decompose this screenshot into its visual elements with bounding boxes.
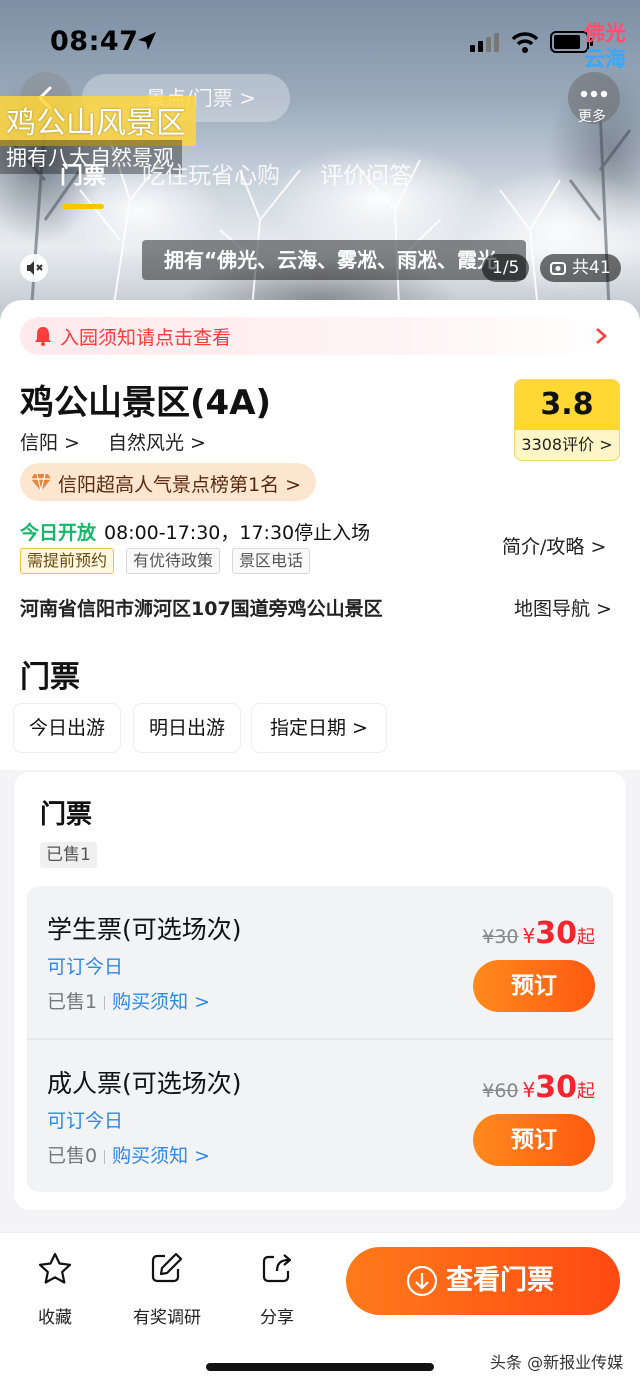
- review-count: 3308评价 >: [521, 435, 613, 454]
- tickets-section-title: 门票: [20, 660, 80, 695]
- hero-tabs: 门票 吃住玩省心购 评价问答: [0, 156, 640, 209]
- more-label: 更多: [578, 109, 606, 125]
- watermark-line1: 佛光: [584, 21, 626, 45]
- share-icon: [262, 1254, 292, 1283]
- mute-button[interactable]: [20, 254, 48, 282]
- tab-food-stay-play[interactable]: 吃住玩省心购: [142, 156, 280, 190]
- current-price: 30: [535, 916, 577, 951]
- rank-badge[interactable]: 信阳超高人气景点榜第1名 >: [20, 463, 316, 501]
- bell-icon: [35, 327, 51, 346]
- hero-overlay-title: 鸡公山风景区: [0, 96, 196, 146]
- currency-symbol: ¥: [522, 924, 536, 948]
- ticket-availability: 可订今日: [47, 956, 124, 978]
- tag-phone[interactable]: 景区电话: [232, 548, 311, 574]
- book-button[interactable]: 预订: [473, 960, 595, 1012]
- map-navigation-link[interactable]: 地图导航 >: [514, 594, 612, 621]
- arrow-down-circle-icon: [406, 1265, 438, 1297]
- diamond-icon: [31, 473, 51, 492]
- divider: [104, 995, 106, 1010]
- tag-discount-policy: 有优待政策: [126, 548, 221, 574]
- active-tab-indicator: [62, 204, 104, 209]
- favorite-label: 收藏: [38, 1308, 72, 1328]
- tab-reviews-qa[interactable]: 评价问答: [320, 156, 412, 190]
- location-arrow-icon: [138, 32, 156, 50]
- open-hours: 08:00-17:30，17:30停止入场: [104, 522, 371, 544]
- star-icon: [38, 1252, 72, 1284]
- purchase-notice-link[interactable]: 购买须知 >: [112, 991, 210, 1013]
- ticket-item-adult[interactable]: 成人票(可选场次) 可订今日 已售0 购买须知 > ¥60 ¥30起 预订: [27, 1040, 613, 1192]
- gallery-count: 共41: [572, 258, 611, 278]
- address: 河南省信阳市浉河区107国道旁鸡公山景区: [20, 598, 383, 620]
- watermark-top: 佛光 云海: [584, 20, 626, 72]
- ticket-availability: 可订今日: [47, 1110, 124, 1132]
- gallery-button[interactable]: 共41: [540, 254, 621, 282]
- ticket-sold: 已售0: [47, 1145, 98, 1167]
- ticket-name: 成人票(可选场次): [47, 1069, 242, 1098]
- bottom-action-bar: 收藏 有奖调研 分享 查看门票 头条 @新报业传媒: [0, 1232, 640, 1385]
- rating-score: 3.8: [515, 380, 619, 430]
- original-price: ¥60: [482, 1080, 519, 1102]
- cellular-signal-icon: [470, 33, 499, 52]
- category-link[interactable]: 自然风光 >: [108, 428, 206, 455]
- view-tickets-button[interactable]: 查看门票: [346, 1247, 620, 1315]
- watermark-line2: 云海: [584, 47, 626, 71]
- city-link[interactable]: 信阳 >: [20, 428, 80, 455]
- speaker-muted-icon: [27, 261, 43, 275]
- scenic-name: 鸡公山景区(4A): [20, 383, 272, 423]
- status-time: 08:47: [50, 26, 139, 57]
- date-today-button[interactable]: 今日出游: [14, 704, 120, 752]
- ticket-price: ¥60 ¥30起: [482, 1070, 595, 1105]
- photo-caption: 拥有“佛光、云海、雾凇、雨凇、霞光: [142, 240, 526, 280]
- edit-icon: [151, 1252, 183, 1283]
- tag-reservation: 需提前预约: [20, 548, 115, 574]
- ticket-sold: 已售1: [47, 991, 98, 1013]
- original-price: ¥30: [482, 926, 519, 948]
- price-suffix: 起: [577, 1081, 595, 1102]
- open-status: 今日开放: [20, 522, 97, 544]
- camera-icon: [550, 262, 566, 275]
- survey-label: 有奖调研: [133, 1308, 201, 1328]
- chevron-right-icon: [596, 328, 607, 344]
- ticket-sold-row: 已售1 购买须知 >: [47, 987, 210, 1014]
- survey-button[interactable]: 有奖调研: [122, 1251, 212, 1328]
- share-button[interactable]: 分享: [232, 1251, 322, 1328]
- park-notice-text: 入园须知请点击查看: [60, 327, 232, 349]
- book-button[interactable]: 预订: [473, 1114, 595, 1166]
- home-indicator[interactable]: [206, 1363, 434, 1371]
- date-pick-button[interactable]: 指定日期 >: [252, 704, 386, 752]
- favorite-button[interactable]: 收藏: [10, 1251, 100, 1328]
- currency-symbol: ¥: [522, 1078, 536, 1102]
- watermark-bottom: 头条 @新报业传媒: [490, 1353, 624, 1372]
- tab-tickets[interactable]: 门票: [60, 156, 106, 190]
- view-tickets-label: 查看门票: [446, 1265, 554, 1296]
- date-tomorrow-button[interactable]: 明日出游: [134, 704, 240, 752]
- park-notice-bar[interactable]: 入园须知请点击查看: [20, 317, 620, 355]
- ticket-sold-row: 已售0 购买须知 >: [47, 1141, 210, 1168]
- current-price: 30: [535, 1070, 577, 1105]
- rank-text: 信阳超高人气景点榜第1名 >: [58, 474, 302, 496]
- ticket-card: 门票 已售1 学生票(可选场次) 可订今日 已售1 购买须知 > ¥30 ¥30起 …: [14, 772, 626, 1210]
- share-label: 分享: [260, 1308, 294, 1328]
- photo-counter: 1/5: [482, 254, 530, 282]
- scenic-info-card: 入园须知请点击查看 鸡公山景区(4A) 信阳 > 自然风光 > 3.8 3308…: [0, 300, 640, 770]
- status-bar: 08:47: [0, 0, 640, 84]
- opening-hours-row: 今日开放 08:00-17:30，17:30停止入场: [20, 518, 370, 545]
- sold-count-chip: 已售1: [40, 842, 97, 868]
- ticket-price: ¥30 ¥30起: [482, 916, 595, 951]
- wifi-icon: [511, 32, 539, 53]
- purchase-notice-link[interactable]: 购买须知 >: [112, 1145, 210, 1167]
- ticket-item-student[interactable]: 学生票(可选场次) 可订今日 已售1 购买须知 > ¥30 ¥30起 预订: [27, 886, 613, 1038]
- intro-guide-link[interactable]: 简介/攻略 >: [502, 532, 606, 559]
- rating-box[interactable]: 3.8 3308评价 >: [514, 379, 620, 461]
- ticket-card-title: 门票: [40, 800, 93, 830]
- divider: [104, 1149, 106, 1164]
- ticket-name: 学生票(可选场次): [47, 915, 242, 944]
- price-suffix: 起: [577, 927, 595, 948]
